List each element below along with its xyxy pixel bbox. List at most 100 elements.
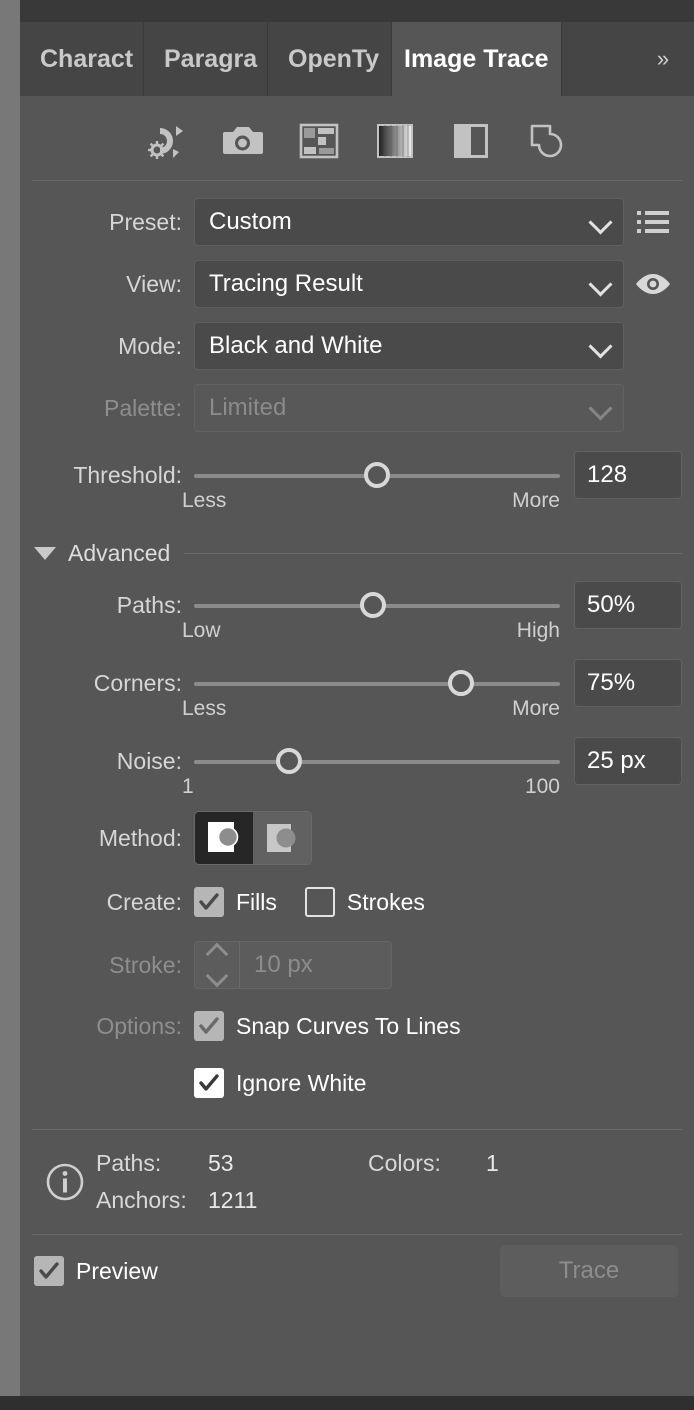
options-row: Options: Snap Curves To Lines <box>20 997 694 1055</box>
panel-tab-bar: Charact Paragra OpenTy Image Trace » <box>20 22 694 96</box>
ignore-white-checkbox[interactable] <box>194 1068 224 1098</box>
auto-color-icon[interactable] <box>145 119 189 163</box>
paths-count-value: 53 <box>208 1150 234 1176</box>
tab-label: Charact <box>40 44 134 73</box>
preset-select[interactable]: Custom <box>194 198 624 246</box>
noise-value: 25 px <box>587 747 646 774</box>
ignore-white-label: Ignore White <box>236 1069 367 1096</box>
advanced-disclosure[interactable]: Advanced <box>20 529 694 577</box>
paths-slider[interactable] <box>194 585 560 625</box>
low-color-icon[interactable] <box>297 119 341 163</box>
check-icon <box>199 1074 219 1091</box>
palette-label: Palette: <box>104 394 182 421</box>
snap-curves-label: Snap Curves To Lines <box>236 1012 461 1039</box>
chevron-down-icon <box>588 272 613 297</box>
palette-row: Palette: Limited <box>20 377 694 439</box>
tab-opentype[interactable]: OpenTy <box>268 22 392 96</box>
paths-label: Paths: <box>116 591 182 618</box>
tab-bar-filler <box>561 22 632 96</box>
corners-slider[interactable] <box>194 663 560 703</box>
stroke-row: Stroke: 10 px <box>20 933 694 997</box>
preset-menu-button[interactable] <box>624 208 682 236</box>
tab-label: OpenTy <box>288 44 380 73</box>
preset-label: Preset: <box>109 208 182 235</box>
preset-value: Custom <box>209 208 292 235</box>
paths-row: Paths: 50% <box>20 577 694 633</box>
stroke-stepper-arrows <box>195 942 240 988</box>
noise-value-field[interactable]: 25 px <box>574 737 682 785</box>
create-row: Create: Fills Strokes <box>20 871 694 933</box>
method-row: Method: <box>20 805 694 871</box>
palette-select: Limited <box>194 384 624 432</box>
chevron-down-icon <box>588 210 613 235</box>
create-fills-label: Fills <box>236 888 277 915</box>
triangle-down-icon <box>34 546 56 560</box>
info-values-grid: Paths: 53 Colors: 1 Anchors: 1211 <box>96 1150 694 1214</box>
view-row: View: Tracing Result <box>20 253 694 315</box>
preview-checkbox[interactable] <box>34 1256 64 1286</box>
noise-slider[interactable] <box>194 741 560 781</box>
mode-value: Black and White <box>209 332 383 359</box>
screen: Charact Paragra OpenTy Image Trace » Pre… <box>0 0 694 1410</box>
divider <box>32 180 682 181</box>
options-label: Options: <box>96 1012 182 1039</box>
method-abutting-button[interactable] <box>195 812 253 864</box>
slider-knob[interactable] <box>276 748 303 774</box>
panel-footer: Preview Trace <box>20 1235 694 1307</box>
slider-knob[interactable] <box>360 592 387 618</box>
threshold-row: Threshold: 128 <box>20 447 694 503</box>
corners-label: Corners: <box>93 669 182 696</box>
view-select[interactable]: Tracing Result <box>194 260 624 308</box>
colors-count-label: Colors: <box>368 1150 441 1176</box>
tab-overflow-button[interactable]: » <box>632 22 694 96</box>
corners-row: Corners: 75% <box>20 655 694 711</box>
view-visibility-toggle[interactable] <box>624 272 682 296</box>
trace-button[interactable]: Trace <box>500 1245 678 1297</box>
chevron-down-icon <box>588 334 613 359</box>
corners-value-field[interactable]: 75% <box>574 659 682 707</box>
method-overlapping-button[interactable] <box>253 812 311 864</box>
stroke-label: Stroke: <box>109 951 182 978</box>
grayscale-icon[interactable] <box>373 119 417 163</box>
eye-icon <box>636 274 670 294</box>
slider-knob[interactable] <box>448 670 475 696</box>
mode-select[interactable]: Black and White <box>194 322 624 370</box>
chevron-down-icon <box>205 964 229 988</box>
check-icon <box>39 1262 59 1279</box>
black-and-white-icon[interactable] <box>449 119 493 163</box>
check-icon <box>199 1017 219 1034</box>
paths-value-field[interactable]: 50% <box>574 581 682 629</box>
view-value: Tracing Result <box>209 270 363 297</box>
method-segmented-control <box>194 811 312 865</box>
outline-icon[interactable] <box>525 119 569 163</box>
noise-label: Noise: <box>116 747 182 774</box>
threshold-slider[interactable] <box>194 455 560 495</box>
threshold-label: Threshold: <box>73 461 182 488</box>
abutting-icon <box>208 822 239 852</box>
threshold-value-field[interactable]: 128 <box>574 451 682 499</box>
stroke-stepper: 10 px <box>194 941 392 989</box>
tab-character[interactable]: Charact <box>20 22 144 96</box>
tab-paragraph[interactable]: Paragra <box>144 22 268 96</box>
overlapping-icon <box>267 824 296 852</box>
slider-knob[interactable] <box>364 462 390 488</box>
snap-curves-checkbox[interactable] <box>194 1011 224 1041</box>
advanced-label: Advanced <box>68 539 171 566</box>
info-icon <box>46 1163 84 1201</box>
preset-icon-row <box>20 96 694 180</box>
method-label: Method: <box>98 824 182 851</box>
stroke-value: 10 px <box>254 951 313 978</box>
tab-image-trace[interactable]: Image Trace <box>392 22 562 96</box>
info-button[interactable] <box>34 1160 96 1204</box>
window-bottom-strip <box>0 1396 694 1410</box>
noise-row: Noise: 25 px <box>20 733 694 789</box>
noise-min-label: 1 <box>182 775 194 798</box>
tab-label: Paragra <box>164 44 258 73</box>
high-color-icon[interactable] <box>221 119 265 163</box>
anchors-count-value: 1211 <box>208 1187 258 1213</box>
chevron-down-icon <box>588 396 613 421</box>
tab-label: Image Trace <box>404 44 549 73</box>
create-strokes-checkbox[interactable] <box>304 887 335 917</box>
create-label: Create: <box>106 888 182 915</box>
create-fills-checkbox[interactable] <box>194 887 224 917</box>
